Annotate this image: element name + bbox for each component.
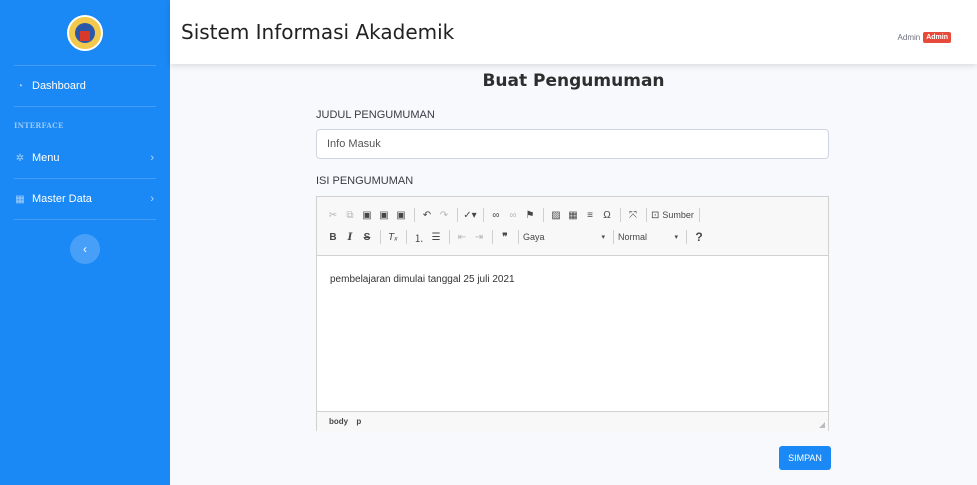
paste-word-icon[interactable]: ▣ xyxy=(393,206,409,224)
path-element-body[interactable]: body xyxy=(329,417,348,426)
path-element-p[interactable]: p xyxy=(356,417,361,426)
role-badge: Admin xyxy=(923,32,951,43)
sidebar-section-heading: INTERFACE xyxy=(14,121,64,130)
copy-icon[interactable]: ⧉ xyxy=(342,206,358,224)
format-select[interactable]: Normal ▾ xyxy=(618,228,682,246)
editor-paragraph: pembelajaran dimulai tanggal 25 juli 202… xyxy=(330,274,515,285)
gear-icon: ✲ xyxy=(15,152,25,164)
style-select-value: Gaya xyxy=(523,232,545,242)
topbar: Sistem Informasi Akademik Admin Admin xyxy=(170,0,977,64)
title-label: JUDUL PENGUMUMAN xyxy=(316,109,435,121)
user-menu[interactable]: Admin Admin xyxy=(898,32,951,43)
unlink-icon[interactable]: ∞ xyxy=(505,206,521,224)
chevron-right-icon: › xyxy=(150,152,154,164)
strikethrough-icon[interactable]: S xyxy=(359,228,375,246)
table-icon: ▦ xyxy=(15,193,25,205)
brand[interactable] xyxy=(14,0,156,66)
format-select-value: Normal xyxy=(618,232,648,242)
blockquote-icon[interactable]: ❞ xyxy=(497,228,513,246)
paste-text-icon[interactable]: ▣ xyxy=(376,206,392,224)
italic-icon[interactable]: I xyxy=(342,228,358,246)
page-title: Buat Pengumuman xyxy=(482,71,665,91)
style-select[interactable]: Gaya ▾ xyxy=(523,228,609,246)
editor-toolbar: ✂ ⧉ ▣ ▣ ▣ ↶ ↷ ✓▾ ∞ ∞ ⚑ ▨ ▦ ≡ Ω ⤧ ⊡ Sumbe… xyxy=(317,197,828,256)
sidebar-item-label: Master Data xyxy=(32,193,92,205)
chevron-right-icon: › xyxy=(150,193,154,205)
numbered-list-icon[interactable]: ⒈ xyxy=(411,228,427,246)
editor-path-bar: body p xyxy=(317,411,828,431)
sidebar-item-dashboard[interactable]: ◔ Dashboard xyxy=(0,66,170,106)
undo-icon[interactable]: ↶ xyxy=(419,206,435,224)
sidebar-item-label: Menu xyxy=(32,152,60,164)
user-name: Admin xyxy=(897,33,921,42)
source-label: Sumber xyxy=(662,210,694,220)
sidebar-item-menu[interactable]: ✲ Menu › xyxy=(0,138,170,178)
redo-icon[interactable]: ↷ xyxy=(436,206,452,224)
sidebar-item-label: Dashboard xyxy=(32,80,86,92)
source-icon: ⊡ xyxy=(651,209,660,221)
table-insert-icon[interactable]: ▦ xyxy=(565,206,581,224)
university-logo xyxy=(67,14,103,51)
bold-icon[interactable]: B xyxy=(325,228,341,246)
title-input-value: Info Masuk xyxy=(327,138,381,150)
paste-icon[interactable]: ▣ xyxy=(359,206,375,224)
horizontal-line-icon[interactable]: ≡ xyxy=(582,206,598,224)
spellcheck-icon[interactable]: ✓▾ xyxy=(462,206,478,224)
rich-text-editor: ✂ ⧉ ▣ ▣ ▣ ↶ ↷ ✓▾ ∞ ∞ ⚑ ▨ ▦ ≡ Ω ⤧ ⊡ Sumbe… xyxy=(316,196,829,431)
anchor-flag-icon[interactable]: ⚑ xyxy=(522,206,538,224)
help-icon[interactable]: ? xyxy=(691,228,707,246)
image-icon[interactable]: ▨ xyxy=(548,206,564,224)
dashboard-icon: ◔ xyxy=(16,80,24,92)
source-button[interactable]: ⊡ Sumber xyxy=(651,206,694,224)
sidebar: ◔ Dashboard INTERFACE ✲ Menu › ▦ Master … xyxy=(0,0,170,485)
sidebar-toggle-button[interactable]: ‹ xyxy=(70,234,100,264)
cut-icon[interactable]: ✂ xyxy=(325,206,341,224)
indent-icon[interactable]: ⇥ xyxy=(471,228,487,246)
outdent-icon[interactable]: ⇤ xyxy=(454,228,470,246)
editor-content[interactable]: pembelajaran dimulai tanggal 25 juli 202… xyxy=(317,256,828,411)
special-char-icon[interactable]: Ω xyxy=(599,206,615,224)
maximize-icon[interactable]: ⤧ xyxy=(625,206,641,224)
link-icon[interactable]: ∞ xyxy=(488,206,504,224)
chevron-left-icon: ‹ xyxy=(83,242,87,256)
app-title: Sistem Informasi Akademik xyxy=(181,20,455,44)
title-input[interactable]: Info Masuk xyxy=(316,129,829,159)
chevron-down-icon: ▾ xyxy=(674,234,678,241)
sidebar-item-master-data[interactable]: ▦ Master Data › xyxy=(0,179,170,219)
remove-format-icon[interactable]: Tₓ xyxy=(385,228,401,246)
bulleted-list-icon[interactable]: ☰ xyxy=(428,228,444,246)
sidebar-divider xyxy=(14,219,156,220)
chevron-down-icon: ▾ xyxy=(601,234,605,241)
resize-grip-icon[interactable] xyxy=(819,422,825,428)
content-label: ISI PENGUMUMAN xyxy=(316,175,414,187)
save-button[interactable]: SIMPAN xyxy=(779,446,831,470)
